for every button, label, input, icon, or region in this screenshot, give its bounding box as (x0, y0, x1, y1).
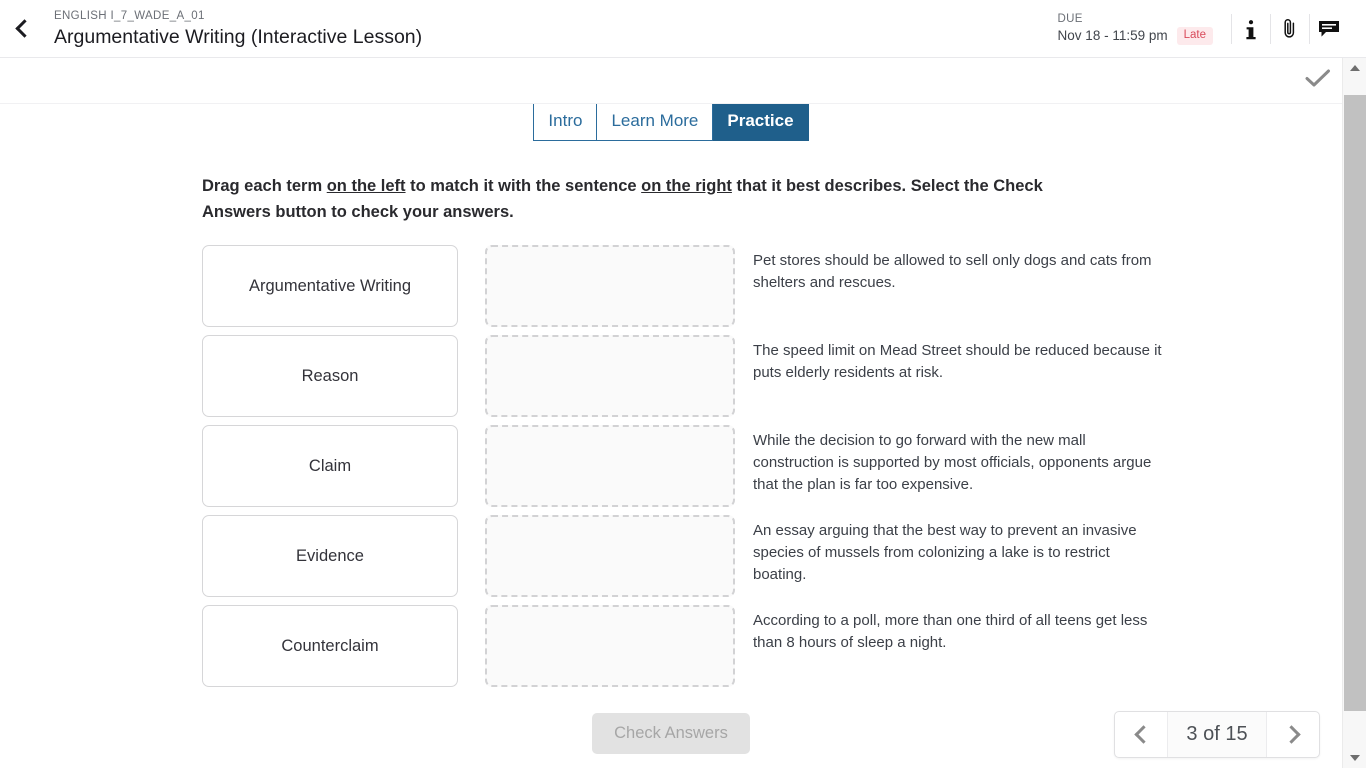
terms-column: Argumentative Writing Reason Claim Evide… (202, 245, 458, 695)
lesson-title-block: ENGLISH I_7_WADE_A_01 Argumentative Writ… (44, 9, 422, 49)
scrollbar-thumb[interactable] (1344, 95, 1366, 711)
triangle-down-icon (1350, 755, 1360, 761)
lesson-tabs: Intro Learn More Practice (0, 104, 1342, 141)
sentence-item: Pet stores should be allowed to sell onl… (753, 252, 1152, 291)
sentence-item: An essay arguing that the best way to pr… (753, 522, 1137, 583)
scroll-up-button[interactable] (1343, 58, 1366, 78)
chevron-left-icon (1133, 725, 1153, 744)
drop-zone[interactable] (485, 515, 735, 597)
pagination: 3 of 15 (1114, 711, 1320, 758)
comment-icon[interactable] (1310, 9, 1348, 49)
lesson-content: Intro Learn More Practice Drag each term… (0, 104, 1342, 768)
instructions-part-1: Drag each term (202, 177, 327, 195)
chevron-left-icon (14, 19, 34, 38)
vertical-scrollbar[interactable] (1342, 58, 1366, 768)
tab-learn-more[interactable]: Learn More (597, 104, 714, 141)
sentence-item: The speed limit on Mead Street should be… (753, 342, 1162, 381)
due-row: Nov 18 - 11:59 pm Late (1058, 27, 1213, 45)
paperclip-icon[interactable] (1271, 9, 1309, 49)
drop-zone[interactable] (485, 605, 735, 687)
tab-practice[interactable]: Practice (713, 104, 809, 141)
term-card[interactable]: Argumentative Writing (202, 245, 458, 327)
instructions-underline-right: on the right (641, 177, 732, 195)
status-badge-late: Late (1176, 27, 1213, 45)
drop-zones-column (485, 245, 735, 695)
check-answers-button[interactable]: Check Answers (592, 713, 750, 754)
due-date: Nov 18 - 11:59 pm (1057, 28, 1168, 43)
term-card[interactable]: Reason (202, 335, 458, 417)
header-actions: DUE Nov 18 - 11:59 pm Late (1058, 0, 1366, 58)
back-button[interactable] (0, 0, 44, 58)
term-card[interactable]: Claim (202, 425, 458, 507)
term-card[interactable]: Counterclaim (202, 605, 458, 687)
page-indicator: 3 of 15 (1167, 712, 1267, 757)
info-icon[interactable] (1232, 9, 1270, 49)
drop-zone[interactable] (485, 425, 735, 507)
tab-intro[interactable]: Intro (533, 104, 598, 141)
triangle-up-icon (1350, 65, 1360, 71)
previous-page-button[interactable] (1115, 712, 1167, 757)
matching-activity: Argumentative Writing Reason Claim Evide… (0, 245, 1342, 695)
lesson-status-strip (0, 58, 1342, 104)
instructions-underline-left: on the left (326, 177, 406, 195)
drop-zone[interactable] (485, 245, 735, 327)
chevron-right-icon (1281, 725, 1301, 744)
instructions-text: Drag each term on the left to match it w… (202, 173, 1107, 225)
due-label: DUE (1057, 13, 1083, 25)
scroll-down-button[interactable] (1343, 748, 1366, 768)
check-icon (1305, 67, 1331, 94)
course-code: ENGLISH I_7_WADE_A_01 (54, 9, 205, 22)
next-page-button[interactable] (1267, 712, 1319, 757)
page-title: Argumentative Writing (Interactive Lesso… (54, 25, 423, 48)
due-block: DUE Nov 18 - 11:59 pm Late (1058, 12, 1231, 45)
sentence-item: According to a poll, more than one third… (753, 612, 1148, 651)
sentence-item: While the decision to go forward with th… (753, 432, 1152, 493)
instructions-part-2: to match it with the sentence (405, 177, 642, 195)
app-header: ENGLISH I_7_WADE_A_01 Argumentative Writ… (0, 0, 1366, 58)
drop-zone[interactable] (485, 335, 735, 417)
term-card[interactable]: Evidence (202, 515, 458, 597)
sentences-column: Pet stores should be allowed to sell onl… (753, 245, 1163, 695)
